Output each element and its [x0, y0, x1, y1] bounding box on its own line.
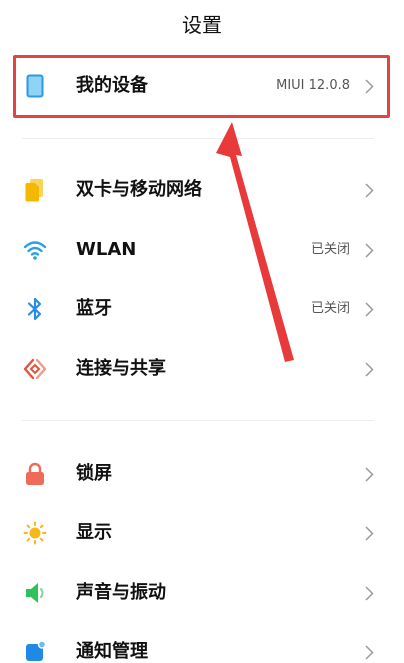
chevron-right-icon	[362, 341, 376, 397]
chevron-right-icon	[362, 58, 376, 114]
chevron-right-icon	[362, 446, 376, 502]
settings-item-notifications[interactable]: 通知管理	[0, 624, 404, 663]
notification-icon	[22, 639, 48, 663]
chevron-right-icon	[362, 624, 376, 663]
bluetooth-icon	[22, 296, 48, 322]
settings-item-label: WLAN	[76, 239, 137, 260]
lock-icon	[22, 461, 48, 487]
settings-item-value: 已关闭	[310, 301, 350, 316]
settings-item-label: 锁屏	[76, 463, 112, 484]
phone-icon	[22, 73, 48, 99]
settings-item-display[interactable]: 显示	[0, 505, 404, 561]
settings-item-sound-vibration[interactable]: 声音与振动	[0, 565, 404, 621]
chevron-right-icon	[362, 281, 376, 337]
chevron-right-icon	[362, 222, 376, 278]
chevron-right-icon	[362, 565, 376, 621]
wifi-icon	[22, 237, 48, 263]
settings-item-label: 连接与共享	[76, 358, 166, 379]
sun-icon	[22, 520, 48, 546]
speaker-icon	[22, 580, 48, 606]
settings-item-label: 通知管理	[76, 641, 148, 662]
settings-screen: 设置 我的设备 MIUI 12.0.8 双卡与移动网络 WLAN 已关闭 蓝牙 …	[0, 0, 404, 663]
connection-sharing-icon	[22, 356, 48, 382]
settings-item-bluetooth[interactable]: 蓝牙 已关闭	[0, 281, 404, 337]
settings-item-value: MIUI 12.0.8	[276, 78, 350, 93]
settings-item-label: 我的设备	[76, 75, 148, 96]
page-title: 设置	[182, 13, 222, 37]
settings-item-value: 已关闭	[310, 242, 350, 257]
settings-item-label: 蓝牙	[76, 298, 112, 319]
settings-item-connection-sharing[interactable]: 连接与共享	[0, 341, 404, 397]
chevron-right-icon	[362, 162, 376, 218]
settings-item-lock-screen[interactable]: 锁屏	[0, 446, 404, 502]
settings-item-dual-sim[interactable]: 双卡与移动网络	[0, 162, 404, 218]
divider	[22, 420, 374, 421]
settings-item-my-device[interactable]: 我的设备 MIUI 12.0.8	[0, 58, 404, 114]
divider	[22, 138, 374, 139]
sim-card-icon	[22, 177, 48, 203]
settings-item-wlan[interactable]: WLAN 已关闭	[0, 222, 404, 278]
chevron-right-icon	[362, 505, 376, 561]
settings-item-label: 声音与振动	[76, 582, 166, 603]
settings-item-label: 双卡与移动网络	[76, 179, 202, 200]
settings-item-label: 显示	[76, 522, 112, 543]
